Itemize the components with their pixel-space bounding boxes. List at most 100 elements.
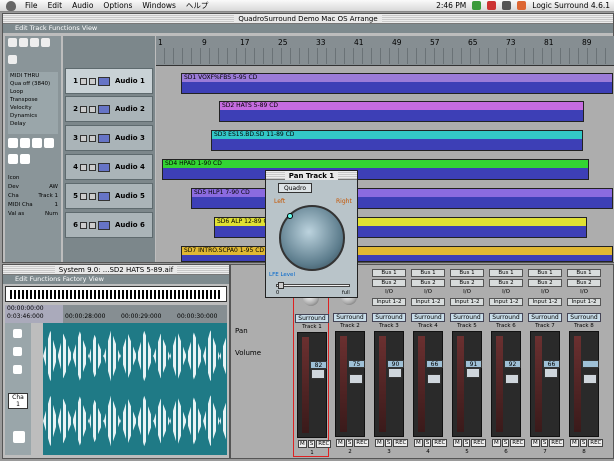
solo-button[interactable]: S <box>540 439 549 447</box>
arrange-menu[interactable]: Edit Track Functions View <box>3 24 613 33</box>
mute-button[interactable]: M <box>336 439 345 447</box>
bus1-send[interactable]: Bus 1 <box>567 269 601 277</box>
mute-button[interactable]: M <box>570 439 579 447</box>
surround-button[interactable]: Surround <box>295 314 329 323</box>
mute-box[interactable] <box>80 192 87 200</box>
eraser-tool-icon[interactable] <box>8 154 18 164</box>
pan-titlebar[interactable]: Pan Track 1 <box>266 171 357 180</box>
fader-cap[interactable] <box>466 368 480 378</box>
bus2-send[interactable]: Bus 2 <box>567 279 601 287</box>
surround-mode-select[interactable]: Quadro <box>278 183 312 193</box>
magnify-tool-icon[interactable] <box>13 431 25 443</box>
solo-button[interactable]: S <box>384 439 393 447</box>
solo-button[interactable]: S <box>462 439 471 447</box>
bus1-send[interactable]: Bus 1 <box>450 269 484 277</box>
audio-region[interactable]: SD1 VOXF%FBS 5-95 CD <box>181 73 613 94</box>
menu-options[interactable]: Options <box>98 1 137 10</box>
surround-button[interactable]: Surround <box>450 313 484 322</box>
bus1-send[interactable]: Bus 1 <box>372 269 406 277</box>
bus1-send[interactable]: Bus 1 <box>411 269 445 277</box>
track-row[interactable]: 4 Audio 4 <box>65 154 153 180</box>
bus2-send[interactable]: Bus 2 <box>528 279 562 287</box>
input-select[interactable]: Input 1-2 <box>372 298 406 306</box>
solo-box[interactable] <box>89 192 96 200</box>
rewind-icon[interactable] <box>8 55 17 64</box>
solo-box[interactable] <box>89 163 96 171</box>
volume-fader[interactable]: 75 <box>335 331 365 437</box>
volume-fader[interactable]: 91 <box>452 331 482 437</box>
volume-fader[interactable]: 92 <box>491 331 521 437</box>
pause-icon[interactable] <box>30 38 39 47</box>
param-velocity[interactable]: Velocity <box>10 104 58 112</box>
lfe-slider-thumb[interactable] <box>278 282 284 289</box>
sample-titlebar[interactable]: System 9.0: ...SD2 HATS 5-89.aif <box>3 265 229 275</box>
track-row[interactable]: 6 Audio 6 <box>65 212 153 238</box>
surround-pan-circle[interactable] <box>279 205 345 271</box>
menu-file[interactable]: File <box>20 1 43 10</box>
pencil-tool-icon[interactable] <box>20 138 30 148</box>
pencil-icon[interactable] <box>487 1 497 10</box>
sample-waveform[interactable] <box>43 323 227 455</box>
pointer-tool-icon[interactable] <box>8 138 18 148</box>
record-button[interactable]: REC <box>354 439 370 447</box>
mute-button[interactable]: M <box>375 439 384 447</box>
record-button[interactable]: REC <box>471 439 487 447</box>
record-icon[interactable] <box>41 38 50 47</box>
stop-icon[interactable] <box>8 38 17 47</box>
record-button[interactable]: REC <box>549 439 565 447</box>
bus2-send[interactable]: Bus 2 <box>489 279 523 287</box>
track-row[interactable]: 5 Audio 5 <box>65 183 153 209</box>
audio-region[interactable]: SD7 INTRO.SCPA0 1-95 CD <box>181 246 613 262</box>
mute-button[interactable]: M <box>531 439 540 447</box>
surround-button[interactable]: Surround <box>567 313 601 322</box>
pan-position-dot[interactable] <box>287 213 293 219</box>
audio-region[interactable]: SD2 HATS 5-89 CD <box>219 101 584 122</box>
volume-fader[interactable] <box>569 331 599 437</box>
surround-button[interactable]: Surround <box>489 313 523 322</box>
bus1-send[interactable]: Bus 1 <box>489 269 523 277</box>
record-button[interactable]: REC <box>393 439 409 447</box>
apple-menu-icon[interactable] <box>6 0 16 11</box>
volume-fader[interactable]: 82 <box>297 332 327 438</box>
input-select[interactable]: Input 1-2 <box>450 298 484 306</box>
audio-region[interactable]: SD3 ES1S.BD.SD 11-89 CD <box>211 130 583 151</box>
speaker-icon[interactable] <box>502 1 512 10</box>
input-select[interactable]: Input 1-2 <box>411 298 445 306</box>
fader-cap[interactable] <box>583 374 597 384</box>
input-select[interactable]: Input 1-2 <box>489 298 523 306</box>
mute-box[interactable] <box>80 221 87 229</box>
param-loop[interactable]: Loop <box>10 88 58 96</box>
mute-box[interactable] <box>80 105 87 113</box>
solo-button[interactable]: S <box>423 439 432 447</box>
bus1-send[interactable]: Bus 1 <box>528 269 562 277</box>
fader-cap[interactable] <box>388 368 402 378</box>
mute-button[interactable]: M <box>453 439 462 447</box>
bus2-send[interactable]: Bus 2 <box>411 279 445 287</box>
param-midi-thru[interactable]: MIDI THRU <box>10 72 58 80</box>
surround-button[interactable]: Surround <box>372 313 406 322</box>
app-name[interactable]: Logic Surround 4.6.1 <box>532 1 610 10</box>
bus2-send[interactable]: Bus 2 <box>372 279 406 287</box>
track-row[interactable]: 2 Audio 2 <box>65 96 153 122</box>
track-row[interactable]: 3 Audio 3 <box>65 125 153 151</box>
record-button[interactable]: REC <box>316 440 332 448</box>
overview-waveform[interactable] <box>5 286 227 302</box>
mute-button[interactable]: M <box>492 439 501 447</box>
solo-box[interactable] <box>89 134 96 142</box>
fader-cap[interactable] <box>544 368 558 378</box>
pencil-tool-icon[interactable] <box>13 347 22 356</box>
bar-ruler[interactable]: 1 9 17 25 33 41 49 57 65 73 81 89 <box>156 36 614 66</box>
solo-button[interactable]: S <box>345 439 354 447</box>
record-button[interactable]: REC <box>510 439 526 447</box>
volume-fader[interactable]: 66 <box>530 331 560 437</box>
solo-box[interactable] <box>89 105 96 113</box>
bus2-send[interactable]: Bus 2 <box>450 279 484 287</box>
audio-region[interactable]: SD5 HLP1 7-90 CD <box>191 188 613 209</box>
time-ruler[interactable]: 00:00:28:000 00:00:29:000 00:00:30:000 <box>63 305 227 323</box>
sample-menu[interactable]: Edit Functions Factory View <box>3 275 229 284</box>
arrange-titlebar[interactable]: QuadroSurround Demo Mac OS Arrange <box>3 14 613 24</box>
app-icon[interactable] <box>517 1 527 10</box>
mute-box[interactable] <box>80 134 87 142</box>
pointer-tool-icon[interactable] <box>13 329 22 338</box>
channel-box[interactable]: Cha 1 <box>8 393 28 409</box>
